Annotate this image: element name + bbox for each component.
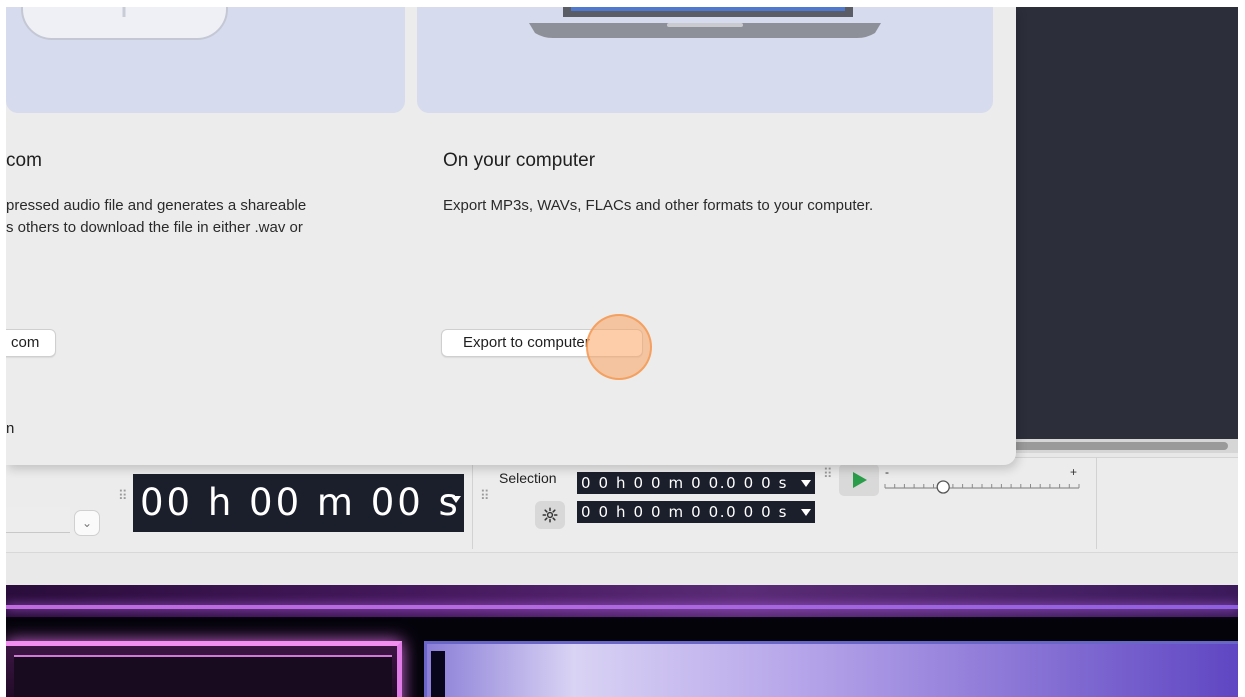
toolbar-divider [1096,457,1097,549]
laptop-icon [529,7,881,38]
background-visual [6,585,1238,697]
selection-end-value: 0 0 h 0 0 m 0 0.0 0 0 s [581,503,789,521]
drag-handle-icon[interactable]: ⠿ [823,467,833,480]
right-card-title: On your computer [443,150,596,171]
time-format-caret-icon[interactable] [451,496,461,503]
drag-handle-icon[interactable]: ⠿ [118,489,128,502]
right-card-description: Export MP3s, WAVs, FLACs and other forma… [443,197,874,214]
play-icon [853,472,867,488]
chevron-down-icon: ⌄ [81,516,93,530]
time-display-value: 00 h 00 m 00 s [140,481,461,524]
speed-plus-label: + [1070,465,1077,479]
cloud-share-illustration [6,7,405,113]
share-online-button[interactable]: com [6,329,56,357]
speed-slider-thumb[interactable] [936,480,950,494]
laptop-illustration [417,7,993,113]
drag-handle-icon[interactable]: ⠿ [480,489,490,502]
track-area[interactable] [1014,7,1238,453]
share-online-button-label: com [11,334,40,351]
neon-frame-right [424,641,1238,697]
app-window: ⌄ ⠿ 00 h 00 m 00 s ⠿ Selection 0 0 h 0 0… [6,7,1238,697]
play-speed-slider[interactable]: - + [883,465,1083,495]
neon-frame-left-inner [14,655,392,697]
selection-start-value: 0 0 h 0 0 m 0 0.0 0 0 s [581,474,789,492]
horizontal-scrollbar-thumb[interactable] [1010,442,1228,450]
selection-settings-button[interactable] [535,501,565,529]
toolbar-divider [472,457,473,549]
speed-minus-label: - [885,465,889,479]
play-button[interactable] [839,464,879,496]
selection-end-caret-icon[interactable] [801,509,811,516]
time-display[interactable]: 00 h 00 m 00 s [133,474,464,532]
selection-label: Selection [499,470,557,486]
status-strip [6,552,1238,587]
snap-combo-field[interactable] [6,507,70,533]
selection-start-caret-icon[interactable] [801,480,811,487]
speed-slider-ticks [884,484,1080,488]
cloud-icon [21,7,228,40]
selection-end-time[interactable]: 0 0 h 0 0 m 0 0.0 0 0 s [577,501,815,523]
neon-frame-line [6,605,1238,609]
dialog-footer-text: n [6,420,15,437]
export-to-computer-button[interactable]: Export to computer [441,329,643,357]
left-card-description: pressed audio file and generates a share… [6,197,307,236]
neon-frame-right-edge [431,651,445,697]
neon-frame-top [6,585,1238,617]
combo-dropdown-button[interactable]: ⌄ [74,510,100,536]
left-card-title: com [6,150,42,171]
gear-icon [542,507,558,523]
export-to-computer-button-label: Export to computer [463,334,590,351]
selection-start-time[interactable]: 0 0 h 0 0 m 0 0.0 0 0 s [577,472,815,494]
export-dialog: com pressed audio file and generates a s… [6,7,1016,465]
